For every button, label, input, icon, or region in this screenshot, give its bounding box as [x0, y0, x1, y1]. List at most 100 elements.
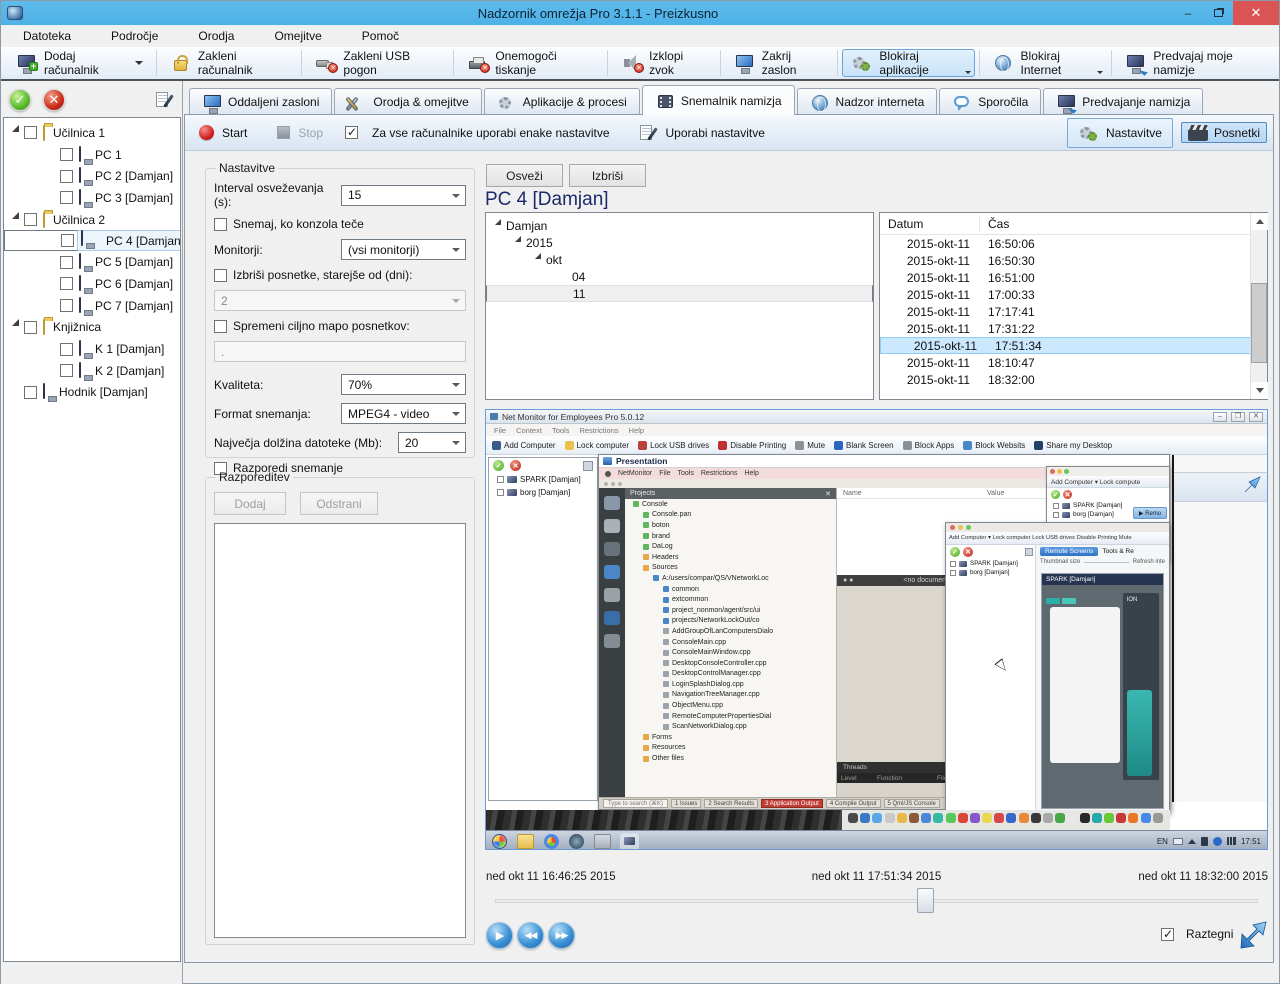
settings-view-button[interactable]: Nastavitve [1067, 118, 1173, 148]
table-row[interactable]: 2015-okt-11 16:50:30 [880, 252, 1267, 269]
table-row[interactable]: 2015-okt-11 16:50:06 [880, 235, 1267, 252]
mute-button[interactable]: ✕ Izklopi zvok [612, 49, 716, 77]
column-time[interactable]: Čas [980, 217, 1009, 231]
disable-printing-button[interactable]: ✕ Onemogoči tiskanje [458, 49, 603, 77]
schedule-remove-button[interactable]: Odstrani [300, 492, 378, 515]
tree-checkbox[interactable] [60, 343, 73, 356]
tab-desktop-recorder[interactable]: Snemalnik namizja [642, 85, 795, 115]
computer-tree-row[interactable]: PC 1 [4, 144, 180, 166]
tab-messages[interactable]: Sporočila [939, 88, 1041, 115]
scroll-down-icon[interactable] [1251, 382, 1268, 399]
edit-list-icon[interactable] [152, 90, 174, 110]
computer-tree-row[interactable]: PC 2 [Damjan] [4, 165, 180, 187]
folder-tree-row[interactable]: okt [486, 251, 873, 268]
interval-select[interactable]: 15 [341, 185, 466, 206]
tree-checkbox[interactable] [60, 191, 73, 204]
computer-tree-row[interactable]: PC 4 [Damjan] [4, 230, 180, 251]
monitors-select[interactable]: (vsi monitorji) [341, 239, 466, 260]
folder-tree-row[interactable]: Damjan [486, 217, 873, 234]
refresh-button[interactable]: Osveži [486, 164, 563, 187]
delete-old-checkbox[interactable] [214, 269, 227, 282]
computer-tree-row[interactable]: PC 6 [Damjan] [4, 273, 180, 295]
table-row[interactable]: 2015-okt-11 17:00:33 [880, 286, 1267, 303]
table-row[interactable]: 2015-okt-11 17:17:41 [880, 303, 1267, 320]
tab-desktop-broadcast[interactable]: Predvajanje namizja [1043, 88, 1203, 115]
tree-checkbox[interactable] [60, 299, 73, 312]
folder-input[interactable]: . [214, 341, 466, 362]
computer-tree-row[interactable]: Učilnica 1 [4, 122, 180, 144]
computer-tree-row[interactable]: Knjižnica [4, 317, 180, 339]
tree-checkbox[interactable] [24, 126, 37, 139]
computer-tree-row[interactable]: Učilnica 2 [4, 209, 180, 231]
connect-button[interactable]: ✓ [9, 89, 31, 111]
tab-internet-monitor[interactable]: Nadzor interneta [797, 88, 938, 115]
schedule-list[interactable] [214, 523, 466, 938]
tree-checkbox[interactable] [60, 256, 73, 269]
column-date[interactable]: Datum [880, 217, 980, 231]
start-button[interactable]: Start [222, 126, 247, 140]
computer-tree-row[interactable]: K 1 [Damjan] [4, 338, 180, 360]
play-button[interactable]: ▶ [486, 922, 513, 949]
apply-settings-button[interactable]: Uporabi nastavitve [666, 126, 765, 140]
tree-checkbox[interactable] [24, 386, 37, 399]
block-apps-button[interactable]: Blokiraj aplikacije [842, 49, 974, 77]
menu-item[interactable]: Področje [91, 26, 178, 46]
same-settings-checkbox[interactable] [345, 126, 358, 139]
menu-item[interactable]: Omejitve [254, 26, 341, 46]
tree-checkbox[interactable] [60, 148, 73, 161]
format-select[interactable]: MPEG4 - video [341, 403, 466, 424]
table-row[interactable]: 2015-okt-11 18:32:00 [880, 371, 1267, 388]
tab-apps-processes[interactable]: Aplikacije & procesi [484, 88, 640, 115]
minimize-button[interactable]: – [1173, 1, 1203, 25]
lock-computer-button[interactable]: Zakleni računalnik [161, 49, 298, 77]
tree-checkbox[interactable] [60, 170, 73, 183]
menu-item[interactable]: Pomoč [342, 26, 419, 46]
lock-usb-button[interactable]: ✕ Zakleni USB pogon [306, 49, 449, 77]
block-internet-button[interactable]: Blokiraj Internet [984, 49, 1108, 77]
tree-checkbox[interactable] [60, 364, 73, 377]
table-scrollbar[interactable] [1250, 213, 1267, 399]
folder-tree-row[interactable]: 04 [486, 268, 873, 285]
close-button[interactable]: ✕ [1233, 1, 1279, 25]
table-row[interactable]: 2015-okt-11 17:51:34 [880, 337, 1267, 354]
expand-preview-icon[interactable] [1237, 920, 1267, 952]
rewind-button[interactable]: ◀◀ [517, 922, 544, 949]
forward-button[interactable]: ▶▶ [548, 922, 575, 949]
tree-checkbox[interactable] [61, 234, 74, 247]
computer-tree-row[interactable]: PC 3 [Damjan] [4, 187, 180, 209]
disconnect-button[interactable]: ✕ [43, 89, 65, 111]
timeline-slider-handle[interactable] [917, 888, 934, 913]
restore-button[interactable] [1203, 1, 1233, 25]
scroll-up-icon[interactable] [1251, 213, 1268, 230]
add-computer-button[interactable]: + Dodaj računalnik [7, 49, 152, 77]
folder-tree-row[interactable]: 2015 [486, 234, 873, 251]
menu-item[interactable]: Datoteka [3, 26, 91, 46]
tab-remote-screens[interactable]: Oddaljeni zasloni [189, 88, 332, 115]
timeline-slider-track[interactable] [495, 899, 1258, 903]
maxlen-select[interactable]: 20 [398, 432, 466, 453]
table-row[interactable]: 2015-okt-11 17:31:22 [880, 320, 1267, 337]
computer-tree-row[interactable]: K 2 [Damjan] [4, 360, 180, 382]
tree-checkbox[interactable] [60, 277, 73, 290]
tree-checkbox[interactable] [24, 213, 37, 226]
tab-tools[interactable]: Orodja & omejitve [334, 88, 481, 115]
menu-item[interactable]: Orodja [178, 26, 254, 46]
share-desktop-button[interactable]: Predvajaj moje namizje [1116, 49, 1279, 77]
change-folder-checkbox[interactable] [214, 320, 227, 333]
computer-tree-row[interactable]: Hodnik [Damjan] [4, 382, 180, 404]
scrollbar-thumb[interactable] [1251, 283, 1267, 363]
recordings-view-button[interactable]: Posnetki [1181, 122, 1267, 143]
schedule-add-button[interactable]: Dodaj [214, 492, 286, 515]
folder-tree-row[interactable]: 11 [486, 285, 873, 302]
quality-select[interactable]: 70% [341, 374, 466, 395]
record-console-checkbox[interactable] [214, 218, 227, 231]
tree-checkbox[interactable] [24, 321, 37, 334]
delete-button[interactable]: Izbriši [569, 164, 646, 187]
table-row[interactable]: 2015-okt-11 18:10:47 [880, 354, 1267, 371]
blank-screen-button[interactable]: Zakrij zaslon [725, 49, 834, 77]
computer-tree-row[interactable]: PC 7 [Damjan] [4, 295, 180, 317]
delete-days-select[interactable]: 2 [214, 290, 466, 311]
table-row[interactable]: 2015-okt-11 16:51:00 [880, 269, 1267, 286]
stop-button[interactable]: Stop [298, 126, 323, 140]
computer-tree-row[interactable]: PC 5 [Damjan] [4, 251, 180, 273]
